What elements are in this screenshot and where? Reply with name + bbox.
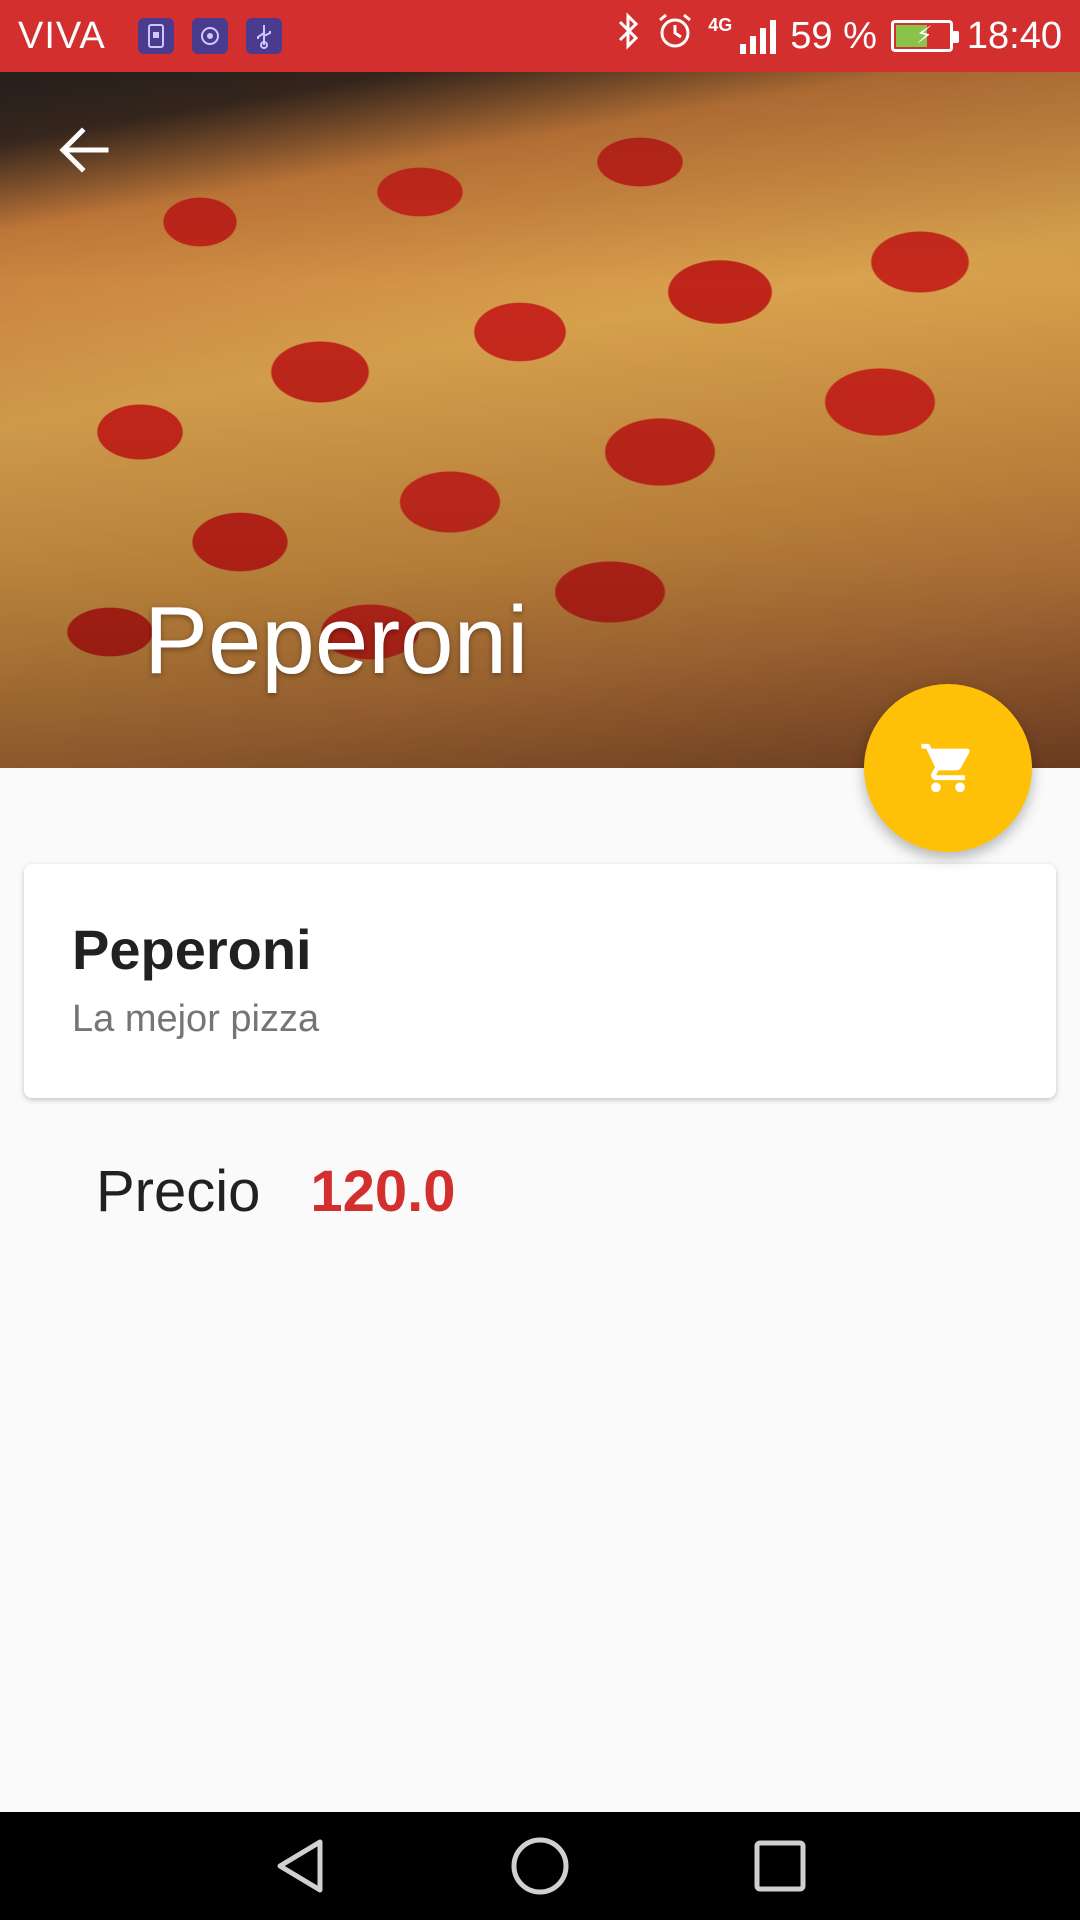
arrow-back-icon — [59, 127, 109, 173]
status-right: 4G 59 % ⚡ 18:40 — [616, 12, 1062, 60]
nav-back-icon — [277, 1839, 323, 1893]
product-description: La mejor pizza — [72, 998, 320, 1040]
battery-icon: ⚡ — [890, 20, 959, 52]
status-bar: VIVA 4G 59 % ⚡ 18:40 — [0, 0, 1080, 72]
nav-back-button[interactable] — [240, 1812, 360, 1920]
price-value: 120.0 — [310, 1159, 456, 1224]
price-label: Precio — [96, 1159, 261, 1224]
charging-bolt-icon: ⚡ — [915, 22, 933, 49]
clock: 18:40 — [966, 14, 1062, 57]
carrier-label: VIVA — [18, 14, 106, 57]
signal-icon — [740, 18, 777, 54]
nav-home-button[interactable] — [480, 1812, 600, 1920]
product-card: Peperoni La mejor pizza — [24, 864, 1056, 1098]
price-row: Precio 120.0 — [96, 1158, 456, 1225]
usb-icon — [245, 18, 282, 54]
add-to-cart-button[interactable] — [864, 684, 1032, 852]
navigation-bar — [0, 1812, 1080, 1920]
nav-home-icon — [511, 1837, 569, 1895]
app-sync-icon — [191, 18, 228, 54]
bluetooth-icon — [616, 12, 642, 60]
page-title: Peperoni — [144, 587, 529, 694]
product-name: Peperoni — [72, 918, 312, 981]
phone-sync-icon — [137, 18, 174, 54]
nav-recents-button[interactable] — [720, 1812, 840, 1920]
nav-recents-icon — [754, 1840, 806, 1892]
back-button[interactable] — [44, 110, 124, 190]
status-left: VIVA — [18, 15, 282, 58]
cart-icon — [921, 743, 970, 793]
alarm-icon — [656, 12, 694, 60]
network-type: 4G — [708, 15, 733, 35]
battery-tip — [952, 31, 959, 43]
battery-percent: 59 % — [790, 14, 877, 57]
